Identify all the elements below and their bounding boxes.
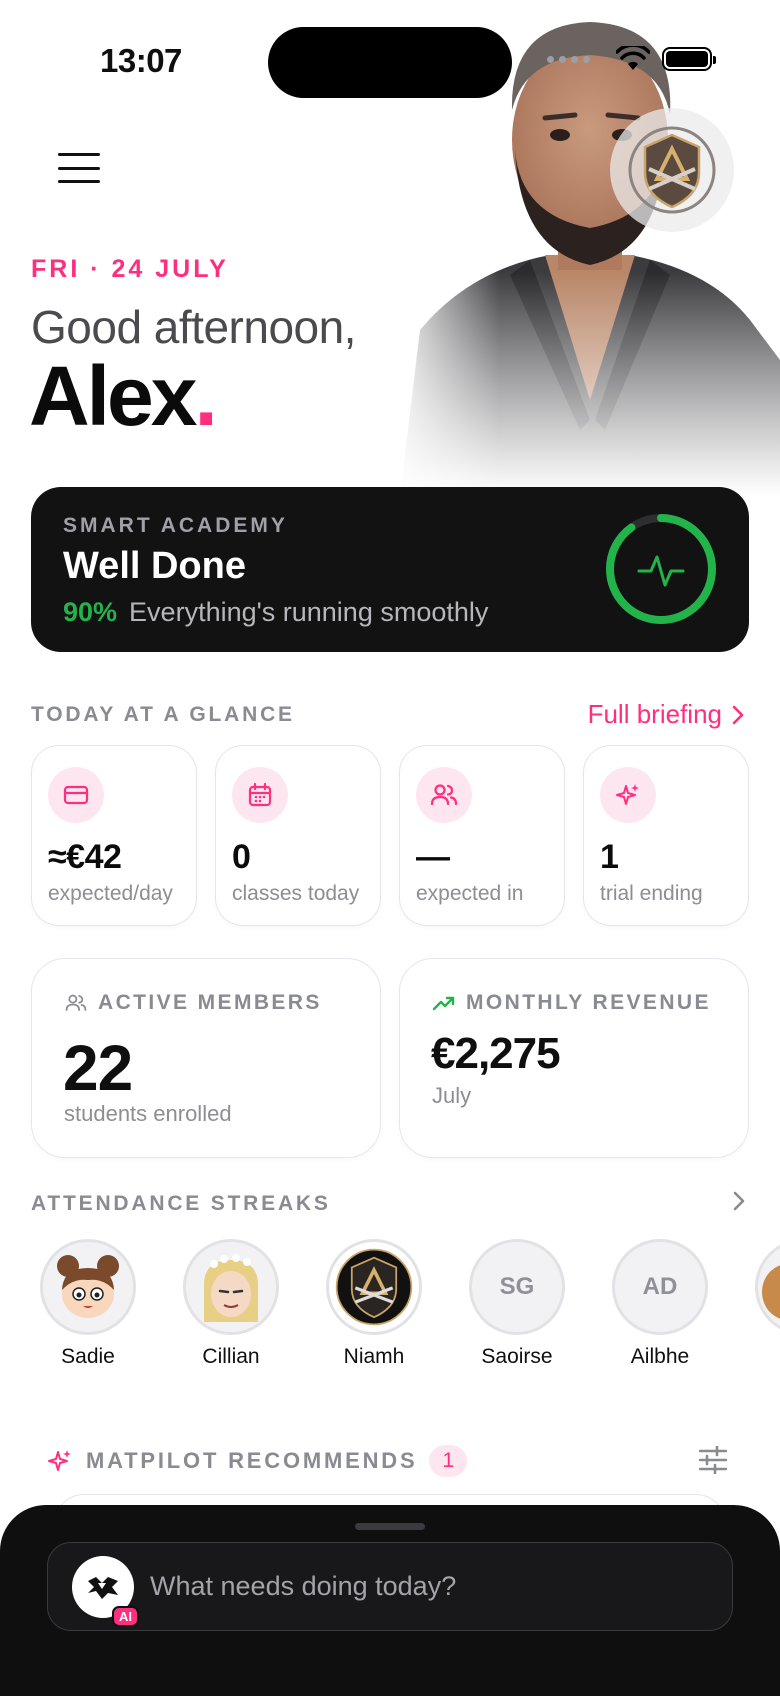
streak-person[interactable]: Sadie	[38, 1239, 138, 1369]
streak-name: Sadie	[61, 1345, 115, 1368]
active-members-card[interactable]: ACTIVE MEMBERS 22 students enrolled	[31, 958, 381, 1158]
active-members-caption: students enrolled	[64, 1101, 232, 1126]
glance-value: ≈€42	[48, 838, 122, 876]
streak-name: Niamh	[343, 1345, 405, 1368]
health-percent: 90%	[63, 597, 118, 627]
glance-card-expected[interactable]: — expected in	[399, 745, 565, 926]
shield-logo-icon	[628, 126, 716, 214]
streak-person[interactable]: Niamh	[324, 1239, 424, 1369]
recommends-count-badge: 1	[429, 1445, 468, 1477]
active-members-label: ACTIVE MEMBERS	[98, 991, 322, 1014]
glance-label: TODAY AT A GLANCE	[31, 703, 295, 726]
glance-caption: trial ending	[600, 882, 703, 905]
name-accent-dot: .	[194, 349, 217, 443]
ai-badge: AI	[112, 1606, 139, 1627]
streak-name: Ailbhe	[630, 1345, 690, 1368]
health-eyebrow: SMART ACADEMY	[63, 514, 288, 537]
cartoon-avatar-partial	[755, 1239, 780, 1335]
academy-logo[interactable]	[610, 108, 734, 232]
sparkle-icon	[600, 767, 656, 823]
streak-person[interactable]: SG Saoirse	[467, 1239, 567, 1369]
streak-name: Saoirse	[481, 1345, 553, 1368]
glance-value: 1	[600, 838, 619, 876]
monthly-revenue-caption: July	[432, 1083, 472, 1108]
glance-card-revenue[interactable]: ≈€42 expected/day	[31, 745, 197, 926]
user-name: Alex.	[29, 348, 218, 445]
dynamic-island	[268, 27, 512, 98]
signal-dots-icon	[547, 55, 590, 63]
users-icon	[65, 994, 87, 1011]
streak-person[interactable]: Cillian	[181, 1239, 281, 1369]
active-members-header: ACTIVE MEMBERS	[64, 991, 322, 1015]
users-icon	[416, 767, 472, 823]
monthly-revenue-card[interactable]: MONTHLY REVENUE €2,275 July	[399, 958, 749, 1158]
streak-name: Cillian	[202, 1345, 260, 1368]
health-summary: 90% Everything's running smoothly	[63, 597, 488, 628]
glance-caption: expected/day	[48, 882, 173, 905]
glance-value: 0	[232, 838, 251, 876]
calendar-icon	[232, 767, 288, 823]
glance-caption: expected in	[416, 882, 524, 905]
streak-list: Sadie Cillian Niamh SG Saoirse AD Ailbhe	[38, 1239, 780, 1379]
menu-button[interactable]	[56, 150, 102, 186]
recommends-label: MATPILOT RECOMMENDS	[86, 1448, 418, 1473]
cartoon-avatar-girl	[40, 1239, 136, 1335]
health-ring	[606, 514, 716, 624]
glance-card-trials[interactable]: 1 trial ending	[583, 745, 749, 926]
streaks-chevron-icon[interactable]	[732, 1190, 746, 1212]
wifi-icon	[616, 46, 650, 70]
card-icon	[48, 767, 104, 823]
glance-value: —	[416, 838, 450, 876]
streak-person-partial[interactable]	[753, 1239, 780, 1335]
academy-logo-avatar	[326, 1239, 422, 1335]
initials-avatar: SG	[469, 1239, 565, 1335]
assistant-sheet: AI	[0, 1505, 780, 1696]
health-message: Everything's running smoothly	[129, 597, 489, 627]
recommends-header: MATPILOT RECOMMENDS 1	[46, 1445, 468, 1477]
sheet-drag-handle[interactable]	[355, 1523, 425, 1530]
stat-cards: ACTIVE MEMBERS 22 students enrolled MONT…	[31, 958, 749, 1158]
status-time: 13:07	[100, 42, 182, 79]
cartoon-avatar-flowers	[183, 1239, 279, 1335]
smart-academy-card[interactable]: SMART ACADEMY Well Done 90% Everything's …	[31, 487, 749, 652]
streaks-label: ATTENDANCE STREAKS	[31, 1192, 331, 1215]
pulse-icon	[637, 555, 685, 587]
health-title: Well Done	[63, 545, 246, 587]
streak-person[interactable]: AD Ailbhe	[610, 1239, 710, 1369]
full-briefing-link[interactable]: Full briefing	[588, 699, 744, 730]
greeting-text: Good afternoon,	[31, 301, 356, 353]
sparkle-icon	[48, 1450, 71, 1471]
battery-icon	[662, 47, 716, 71]
assistant-input[interactable]	[150, 1543, 710, 1629]
trending-up-icon	[432, 996, 455, 1011]
glance-card-classes[interactable]: 0 classes today	[215, 745, 381, 926]
chevron-right-icon	[732, 705, 744, 724]
current-date: FRI · 24 JULY	[31, 255, 229, 283]
monthly-revenue-header: MONTHLY REVENUE	[432, 991, 711, 1015]
assistant-bar[interactable]: AI	[47, 1542, 733, 1631]
initials-avatar: AD	[612, 1239, 708, 1335]
active-members-value: 22	[63, 1032, 133, 1104]
user-first-name: Alex	[29, 349, 197, 443]
status-icons	[547, 46, 716, 72]
glance-cards: ≈€42 expected/day 0 classes today — expe…	[31, 745, 749, 926]
full-briefing-label: Full briefing	[587, 699, 722, 729]
monthly-revenue-label: MONTHLY REVENUE	[466, 991, 711, 1014]
glance-caption: classes today	[232, 882, 360, 905]
filter-sliders-icon[interactable]	[698, 1446, 728, 1474]
monthly-revenue-value: €2,275	[431, 1029, 561, 1078]
